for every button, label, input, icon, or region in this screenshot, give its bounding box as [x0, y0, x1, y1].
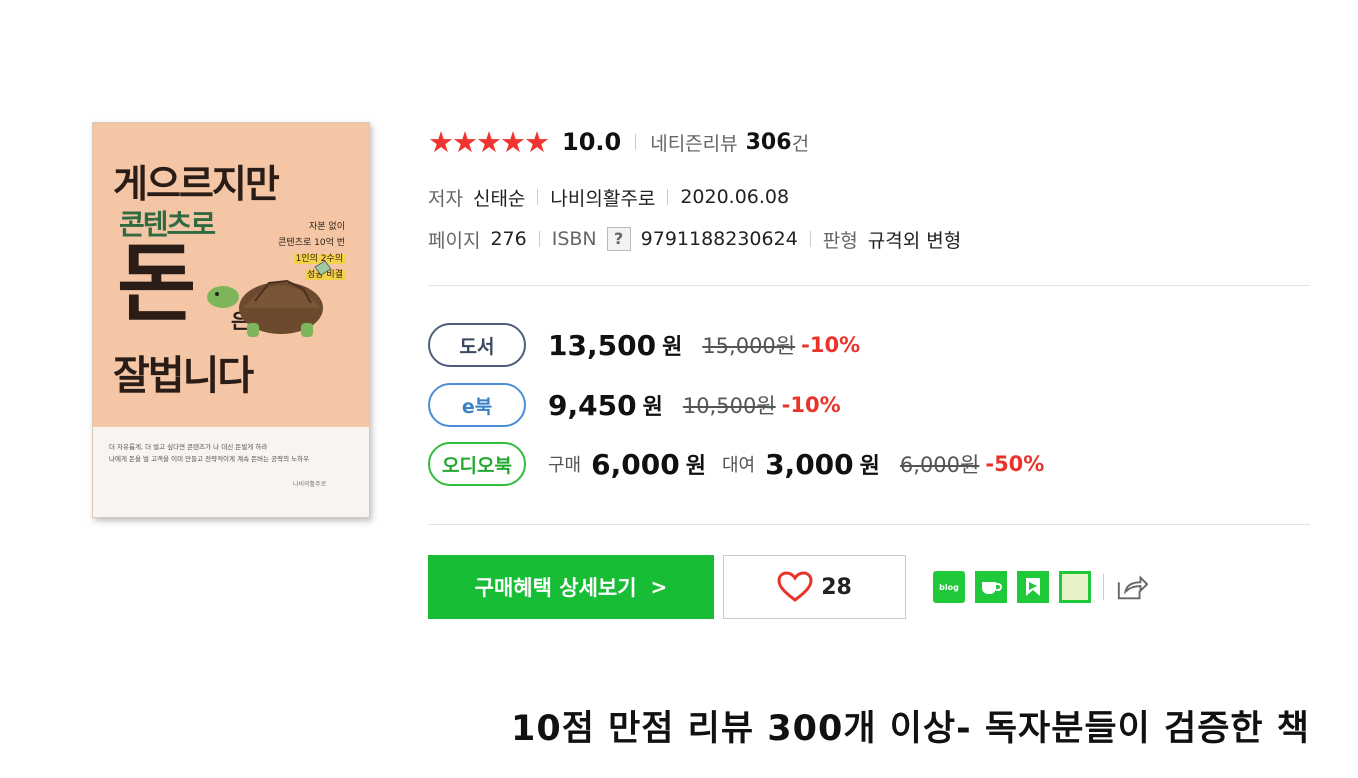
audio-rent-unit: 원: [859, 454, 880, 479]
purchase-benefit-button[interactable]: 구매혜택 상세보기 >: [428, 555, 714, 619]
format-value: 규격외 변형: [867, 229, 962, 252]
publish-date: 2020.06.08: [680, 186, 790, 208]
rating-row: ★★★★★ 10.0 네티즌리뷰 306 건: [428, 122, 809, 162]
audio-buy-unit: 원: [685, 454, 706, 479]
divider: [1103, 574, 1104, 600]
isbn-value: 9791188230624: [640, 228, 798, 250]
star-rating-icon: ★★★★★: [428, 125, 550, 159]
publisher-link[interactable]: 나비의활주로: [550, 184, 655, 211]
cover-publisher: 나비의활주로: [293, 481, 327, 488]
like-count: 28: [821, 574, 852, 600]
cover-side-line1: 자본 없이: [309, 222, 345, 232]
isbn-help-icon[interactable]: ?: [606, 227, 631, 251]
turtle-illustration: [207, 260, 332, 337]
ebook-original-price: 10,500원: [682, 394, 776, 418]
band-share-icon[interactable]: [1017, 571, 1049, 603]
ebook-price-unit: 원: [642, 395, 663, 420]
author-row: 저자 신태순 나비의활주로 2020.06.08: [428, 182, 789, 212]
heart-icon: [777, 571, 813, 602]
book-discount: -10%: [801, 333, 861, 357]
promo-headline: 10점 만점 리뷰 300개 이상- 독자분들이 검증한 책: [511, 709, 1310, 749]
section-divider: [428, 524, 1310, 525]
audio-buy-price: 6,000: [591, 447, 680, 481]
price-row-ebook: e북 9,450 원 10,500원 -10%: [428, 382, 841, 428]
rating-score: 10.0: [562, 128, 622, 156]
format-label: 판형: [822, 229, 858, 252]
reviews-unit: 건: [791, 132, 810, 155]
audio-rent-label: 대여: [721, 455, 756, 476]
ebook-discount: -10%: [781, 393, 841, 417]
cover-caption: 더 자유롭게, 더 벌고 싶다면 콘텐츠가 나 대신 돈벌게 하라 나에게 돈을…: [109, 441, 359, 465]
divider: [538, 231, 540, 247]
audio-original-price: 6,000원: [899, 453, 980, 477]
pages-label: 페이지: [428, 229, 481, 252]
audio-buy-label: 구매: [548, 455, 582, 476]
author-link[interactable]: 신태순: [473, 184, 525, 211]
isbn-label: ISBN: [551, 228, 597, 250]
divider: [667, 189, 669, 205]
purchase-benefit-label: 구매혜택 상세보기: [474, 576, 637, 600]
cover-title-big: 돈: [117, 234, 197, 334]
pages-value: 276: [490, 228, 527, 250]
author-label: 저자: [428, 187, 463, 210]
price-row-book: 도서 13,500 원 15,000원 -10%: [428, 322, 860, 368]
book-price-unit: 원: [662, 335, 683, 360]
cover-title-line3: 잘법니다: [113, 353, 254, 399]
price-row-audiobook: 오디오북 구매 6,000 원 대여 3,000 원 6,000원 -50%: [428, 441, 1044, 487]
book-cover-image[interactable]: 게으르지만 콘텐츠로 돈 은 잘법니다 자본 없이 콘텐츠로 10억 번 1인의…: [92, 122, 370, 518]
reviews-label[interactable]: 네티즌리뷰: [650, 129, 737, 156]
ebook-format-badge[interactable]: e북: [428, 383, 526, 427]
chevron-right-icon: >: [650, 575, 668, 599]
cover-side-line2: 콘텐츠로 10억 번: [278, 238, 345, 248]
cafe-share-icon[interactable]: [975, 571, 1007, 603]
memo-share-icon[interactable]: [1059, 571, 1091, 603]
book-format-badge[interactable]: 도서: [428, 323, 526, 367]
divider: [537, 189, 539, 205]
book-original-price: 15,000원: [702, 334, 796, 358]
cover-caption-line2: 나에게 돈을 벌 고객을 이미 만들고 전략적이게 계속 돈버는 공략의 노하우: [109, 455, 310, 463]
share-icons: blog: [933, 555, 1158, 619]
like-button[interactable]: 28: [723, 555, 906, 619]
cover-caption-line1: 더 자유롭게, 더 벌고 싶다면 콘텐츠가 나 대신 돈벌게 하라: [109, 443, 268, 451]
spec-row: 페이지 276 ISBN ? 9791188230624 판형 규격외 변형: [428, 224, 961, 254]
book-price: 13,500: [548, 328, 657, 362]
audiobook-format-badge[interactable]: 오디오북: [428, 442, 526, 486]
section-divider: [428, 285, 1310, 286]
blog-share-icon[interactable]: blog: [933, 571, 965, 603]
ebook-price: 9,450: [548, 388, 637, 422]
divider: [809, 231, 811, 247]
divider: [635, 134, 637, 150]
cover-title-line1: 게으르지만: [113, 162, 280, 206]
audio-discount: -50%: [985, 452, 1045, 476]
share-icon[interactable]: [1116, 571, 1148, 603]
audio-rent-price: 3,000: [765, 447, 854, 481]
reviews-count[interactable]: 306: [746, 130, 792, 155]
